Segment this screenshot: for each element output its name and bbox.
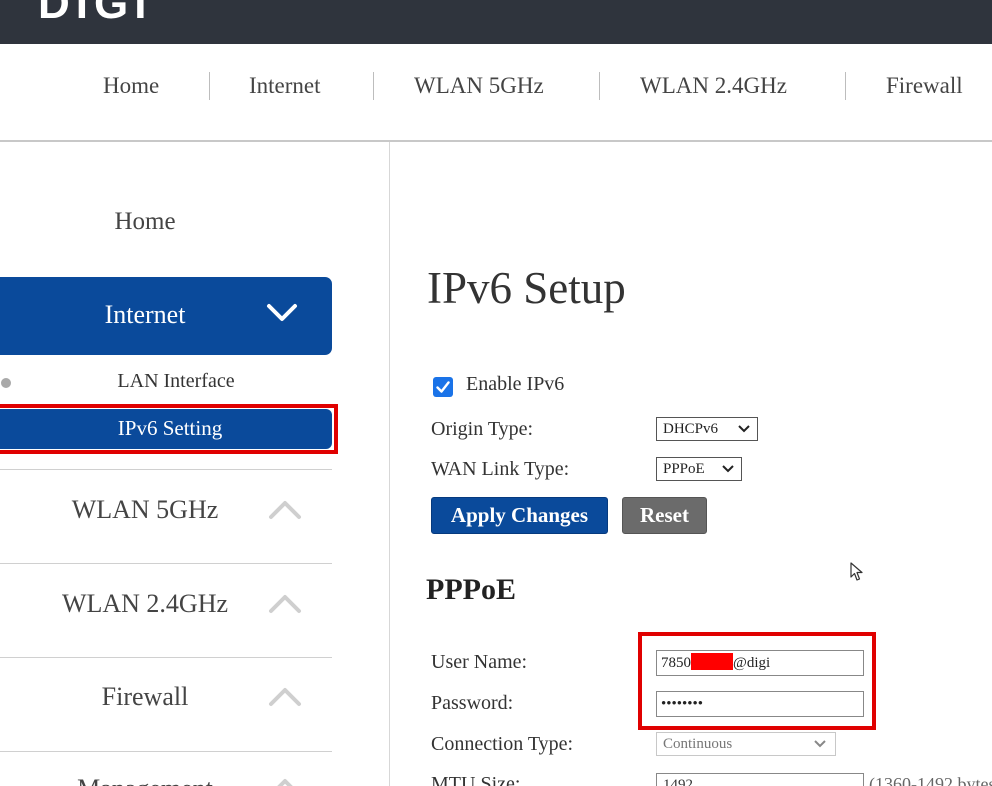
connection-type-select[interactable]: Continuous [656,732,836,756]
apply-changes-button[interactable]: Apply Changes [431,497,608,534]
topnav-separator [599,72,600,100]
top-nav: Home Internet WLAN 5GHz WLAN 2.4GHz Fire… [0,44,992,142]
mtu-size-hint: (1360-1492 bytes) [869,774,992,786]
topnav-separator [845,72,846,100]
connection-type-label: Connection Type: [431,733,574,755]
main-content: IPv6 Setup Enable IPv6 Origin Type: DHCP… [391,142,992,786]
sidebar-item-wlan-24ghz[interactable]: WLAN 2.4GHz [0,589,290,619]
topnav-internet[interactable]: Internet [249,72,321,100]
topnav-wlan-5ghz[interactable]: WLAN 5GHz [414,72,544,100]
chevron-down-icon [814,740,826,748]
topnav-firewall[interactable]: Firewall [886,72,963,100]
digi-logo: DIGI [38,0,153,28]
highlight-box [638,632,876,730]
topnav-separator [209,72,210,100]
mtu-size-value: 1492 [663,777,693,786]
chevron-up-icon[interactable] [268,687,302,707]
reset-button[interactable]: Reset [622,497,707,534]
sidebar-divider [0,563,332,564]
sidebar-subitem-lan-interface[interactable]: LAN Interface [0,370,352,393]
sidebar-item-firewall[interactable]: Firewall [0,682,290,712]
chevron-up-icon[interactable] [268,594,302,614]
enable-ipv6-checkbox[interactable] [433,377,453,397]
password-label: Password: [431,692,514,714]
origin-type-label: Origin Type: [431,418,534,440]
sidebar-divider [0,751,332,752]
chevron-up-icon[interactable] [268,500,302,520]
sidebar: Home Internet LAN Interface IPv6 Setting… [0,142,390,786]
section-title-pppoe: PPPoE [426,573,516,606]
topnav-wlan-24ghz[interactable]: WLAN 2.4GHz [640,72,787,100]
wan-link-type-select[interactable]: PPPoE [656,457,742,481]
chevron-down-icon [738,425,750,433]
chevron-down-icon [267,304,297,321]
topnav-home[interactable]: Home [103,72,159,100]
sidebar-divider [0,469,332,470]
sidebar-item-management[interactable]: Management [0,774,290,786]
sidebar-item-internet[interactable]: Internet [0,277,332,355]
page-title: IPv6 Setup [427,263,626,313]
origin-type-select[interactable]: DHCPv6 [656,417,758,441]
highlight-box [0,404,338,454]
sidebar-divider [0,657,332,658]
mouse-cursor-icon [850,562,863,581]
origin-type-value: DHCPv6 [663,421,719,437]
mtu-size-input[interactable]: 1492 [656,773,864,786]
brand-bar: DIGI [0,0,992,44]
connection-type-value: Continuous [663,736,733,752]
wan-link-type-value: PPPoE [663,461,705,477]
chevron-down-icon [722,465,734,473]
topnav-separator [373,72,374,100]
sidebar-item-wlan-5ghz[interactable]: WLAN 5GHz [0,495,290,525]
user-name-label: User Name: [431,651,528,673]
wan-link-type-label: WAN Link Type: [431,458,570,480]
sidebar-item-home[interactable]: Home [0,208,290,236]
checkmark-icon [436,381,450,393]
chevron-up-icon[interactable] [268,778,302,786]
enable-ipv6-label: Enable IPv6 [466,373,565,395]
sidebar-item-label: Internet [104,300,186,329]
mtu-size-label: MTU Size: [431,773,521,786]
